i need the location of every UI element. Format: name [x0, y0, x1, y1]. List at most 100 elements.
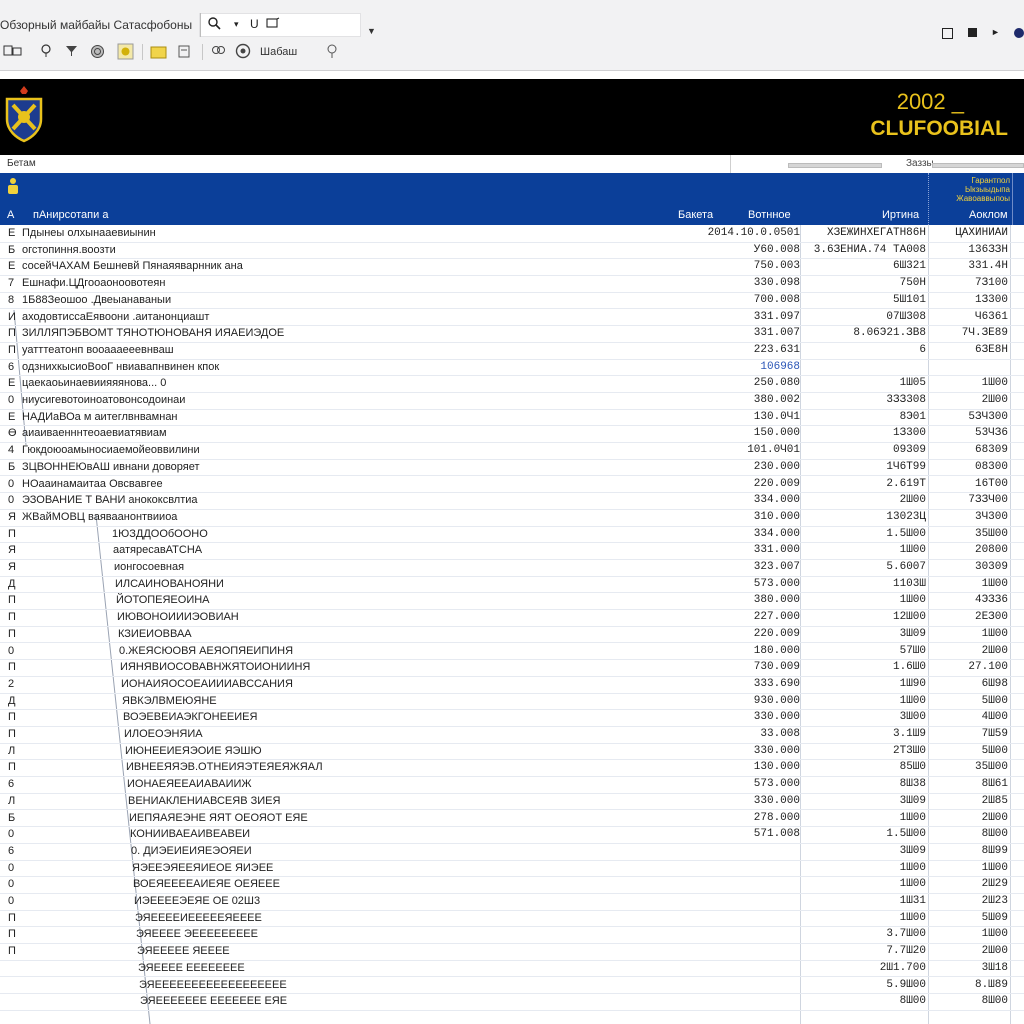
row-value-v3: 1Ш00	[981, 928, 1008, 941]
settings-icon[interactable]	[235, 43, 251, 62]
column-header-c2[interactable]: Вотнное	[748, 209, 791, 221]
table-row[interactable]: 4 Гюкдоюоамыносиаемойеоввилини 101.0Ч01 093…	[0, 442, 1024, 460]
table-row[interactable]: П 1ЮЗДДООбООНО 334.000 1.5Ш00 35Ш00	[0, 526, 1024, 544]
table-row[interactable]: ЕсосейЧАХАМ Бешневй Пянаяяварнник ана 750…	[0, 258, 1024, 277]
zoom-slider[interactable]	[788, 163, 882, 168]
table-row[interactable]: П ЗИЛЛЯПЭБВОМТ ТЯНОТЮНОВАНЯ ИЯАЕИЭДОЕ 331.…	[0, 325, 1024, 343]
table-row[interactable]: П ИЮВОНОИИИЭОВИАН 227.000 12Ш00 2ЕЗ00	[0, 609, 1024, 627]
table-header: А пАнирсотапи а Бакета Вотнное Иртина Га…	[0, 173, 1024, 225]
table-row[interactable]: Е НАДИаВОа м аитеглвнвамнан 130.0Ч1 8Э01 5ЗЧ…	[0, 409, 1024, 427]
toolbar-dropdown-icon[interactable]: ▼	[367, 26, 376, 36]
table-row[interactable]: 0 ниусигевотоиноатовонсодоинаи 380.002 3ЗЗ3…	[0, 392, 1024, 410]
table-row[interactable]: П ИЛОЕОЭНЯИА 33.008 3.1Ш9 7Ш59	[0, 726, 1024, 744]
table-row[interactable]: 6 0. ДИЭЕИЕИЯЕЭОЯЕИ 3Ш09 8Ш99	[0, 843, 1024, 861]
table-row[interactable]: 0 ИЭЕЕЕЕЭЕЯЕ ОЕ 02Ш3 1Ш31 2Ш23	[0, 893, 1024, 911]
row-value-v2: 09309	[892, 444, 926, 457]
row-name: ЗИЛЛЯПЭБВОМТ ТЯНОТЮНОВАНЯ ИЯАЕИЭДОЕ	[22, 327, 285, 340]
column-header-mark[interactable]: А	[7, 209, 14, 221]
scroll-slider[interactable]	[932, 163, 1024, 168]
row-name: ИЕПЯАЯЕЭНЕ ЯЯТ ОЕОЯОТ ЕЯЕ	[129, 811, 308, 824]
column-header-c1[interactable]: Бакета	[678, 209, 713, 221]
row-value-v3: 5Ш00	[981, 694, 1008, 707]
row-value-v1: 331.000	[753, 544, 800, 557]
table-row[interactable]: Пуатттеатонп вооаааееевнваш 223.631 6 6ЗЕ8Н	[0, 342, 1024, 360]
folder-icon[interactable]	[150, 43, 167, 63]
row-value-v2: 1З300	[892, 427, 926, 440]
column-header-name[interactable]: пАнирсотапи а	[33, 209, 108, 221]
table-row[interactable]: 6 одзнихкысиоВооГ нвиавапнвинен кпок 10696…	[0, 359, 1024, 377]
row-mark: П	[8, 343, 16, 356]
toolbar-divider	[142, 44, 143, 60]
globe-icon[interactable]	[90, 44, 105, 62]
table-row[interactable]: 2 ИОНАИЯОСОЕАИИИАВССАНИЯ 333.690 1Ш90 6Ш98	[0, 676, 1024, 694]
table-row[interactable]: ЭЯЕЕЕЕЕЕЕ ЕЕЕЕЕЕЕ ЕЯЕ 8Ш00 8Ш00	[0, 993, 1024, 1011]
row-value-v2: 2Ш00	[899, 494, 926, 507]
row-mark: Л	[8, 744, 16, 757]
table-row[interactable]: П ИВНЕЕЯЯЭВ.ОТНЕИЯЭТЕЯЕЯЖЯАЛ 130.000 85Ш0 35…	[0, 759, 1024, 778]
table-row[interactable]: Д ЯВКЭЛВМЕЮЯНЕ 930.000 1Ш00 5Ш00	[0, 693, 1024, 711]
table-row[interactable]: Ецаекаоьинаевиияяянова... 0 250.080 1Ш05 1Ш…	[0, 375, 1024, 393]
search-icon[interactable]	[208, 17, 221, 33]
text-cursor-icon[interactable]: U	[250, 17, 259, 31]
table-row[interactable]: Я ЖВайМОВЦ ваяваанонтвииоа 310.000 13023Ц 3Ч…	[0, 509, 1024, 527]
row-name: КОНИИВАЕАИВЕАВЕИ	[130, 828, 251, 841]
table-row[interactable]: Е Пдынеы олхынааевиынин 2014.10.0.0501 ХЗЕЖ…	[0, 225, 1024, 243]
table-row[interactable]: 0 НОааинамаитаа Овсвавгее 220.009 2.619Т 16Т…	[0, 476, 1024, 494]
table-row[interactable]: Л ВЕНИАКЛЕНИАВСЕЯВ ЗИЕЯ 330.000 3Ш09 2Ш85	[0, 793, 1024, 811]
table-row[interactable]: 0 ЭЗОВАНИЕ Т ВАНИ анококсвлтиа 334.000 2Ш00…	[0, 492, 1024, 510]
row-value-v3: 2Ш00	[981, 644, 1008, 657]
table-row[interactable]: П ИЯНЯВИОСОВАВНЖЯТОИОНИИНЯ 730.009 1.6Ш0 27.…	[0, 659, 1024, 677]
column-header-c4[interactable]: Аоклом	[969, 209, 1008, 221]
table-row[interactable]: 0 0.ЖЕЯСЮОВЯ АЕЯОПЯЕИПИНЯ 180.000 57Ш0 2Ш00	[0, 643, 1024, 661]
layout-icon[interactable]	[3, 44, 23, 61]
table-row[interactable]: ЭЯЕЕЕЕЕЕЕЕЕЕЕЕЕЕЕЕЕЕ 5.9Ш00 8.Ш89	[0, 977, 1024, 995]
play-icon[interactable]: ►	[991, 25, 1000, 39]
frame-icon[interactable]	[266, 17, 280, 32]
lightbulb-icon[interactable]	[326, 44, 338, 62]
account-dot-icon[interactable]	[1014, 28, 1024, 38]
table-row[interactable]: 0 ВОЕЯЕЕЕЕАИЕЯЕ ОЕЯЕЕЕ 1Ш00 2Ш29	[0, 876, 1024, 894]
table-row[interactable]: П ЙОТОПЕЯЕОИНА 380.000 1Ш00 4ЭЗЗ6	[0, 592, 1024, 611]
subbar-divider	[730, 155, 731, 173]
table-row[interactable]: Д ИЛСАИНОВАНОЯНИ 573.000 1103Ш 1Ш00	[0, 576, 1024, 594]
pin-icon[interactable]	[968, 28, 977, 37]
row-name: ЭЯЕЕЕЕИЕЕЕЕЕЯЕЕЕЕ	[135, 911, 262, 924]
table-row[interactable]: 6 ИОНАЕЯЕЕАИАВАИИЖ 573.000 8Ш38 8Ш61	[0, 776, 1024, 794]
table-row[interactable]: 8 1Б88Зеошоо .Двеыанаваныи 700.008 5Ш101 1З3…	[0, 292, 1024, 310]
row-value-v2: 7.7Ш20	[886, 945, 926, 958]
table-row[interactable]: 7 Ешнафи.ЦДгооаоноовотеян 330.098 750Н 7З100	[0, 275, 1024, 293]
row-name: ИЮВОНОИИИЭОВИАН	[117, 611, 239, 624]
table-row[interactable]: П ЭЯЕЕЕЕЕ ЯЕЕЕЕ 7.7Ш20 2Ш00	[0, 943, 1024, 961]
table-row[interactable]: Богстопиння.воозти У60.008 3.6ЗЕНИА.74 ТА0…	[0, 242, 1024, 260]
table-row[interactable]: ЯаатяресавАТСНА 331.000 1Ш00 20800	[0, 542, 1024, 560]
table-row[interactable]: ИаходовтиссаЕявоони .аитанонциашт 331.097…	[0, 309, 1024, 327]
table-row[interactable]: Б ИЕПЯАЯЕЭНЕ ЯЯТ ОЕОЯОТ ЕЯЕ 278.000 1Ш00 2Ш0…	[0, 810, 1024, 828]
caret-down-icon[interactable]: ▾	[234, 17, 239, 31]
table-row[interactable]: П ЭЯЕЕЕЕ ЭЕЕЕЕЕЕЕЕЕ 3.7Ш00 1Ш00	[0, 926, 1024, 945]
table-row[interactable]: Л ИЮНЕЕИЕЯЭОИЕ ЯЭШЮ 330.000 2Т3Ш0 5Ш00	[0, 743, 1024, 761]
club-crest-icon	[4, 85, 44, 147]
link-icon[interactable]	[211, 44, 226, 61]
clipboard-icon[interactable]	[177, 44, 191, 61]
table-row[interactable]: 0 ЯЭЕЕЭЯЕЕЯИЕОЕ ЯИЭЕЕ 1Ш00 1Ш00	[0, 860, 1024, 878]
table-row[interactable]: Яионгосоевная 323.007 5.6007 30309	[0, 559, 1024, 577]
table-row[interactable]: Өаиаиваенннтеоаевиатявиам 150.000 1З300 53Ч…	[0, 425, 1024, 444]
restore-icon[interactable]	[942, 28, 953, 39]
row-mark: 0	[8, 394, 15, 406]
table-row[interactable]: П КЗИЕИОВВАА 220.009 3Ш09 1Ш00	[0, 626, 1024, 644]
row-name: аиаиваенннтеоаевиатявиам	[22, 427, 167, 440]
table-row[interactable]: ЭЯЕЕЕЕ ЕЕЕЕЕЕЕЕ 2Ш1.700 3Ш18	[0, 960, 1024, 978]
season-year: 2002 _	[896, 89, 964, 114]
search-input[interactable]: ▾ U	[199, 13, 361, 37]
row-value-v1: 571.008	[753, 828, 800, 841]
table-row[interactable]: П ВОЭЕВЕИАЭКГОНЕЕИЕЯ 330.000 3Ш00 4Ш00	[0, 709, 1024, 727]
badge-icon[interactable]	[117, 43, 134, 63]
table-row[interactable]: Б ЗЦВОННЕЮвАШ ивнани доворяет 230.000 1Ч6Т9…	[0, 459, 1024, 477]
table-row[interactable]: П ЭЯЕЕЕЕИЕЕЕЕЕЯЕЕЕЕ 1Ш00 5Ш09	[0, 910, 1024, 928]
column-header-c3[interactable]: Иртина	[882, 209, 919, 221]
row-value-v1: 180.000	[753, 644, 800, 657]
tools-label[interactable]: Шабаш	[260, 46, 297, 58]
filter-icon[interactable]	[65, 45, 78, 60]
table-row[interactable]: 0 КОНИИВАЕАИВЕАВЕИ 571.008 1.5Ш00 8Ш00	[0, 826, 1024, 844]
pin-location-icon[interactable]	[40, 44, 52, 61]
